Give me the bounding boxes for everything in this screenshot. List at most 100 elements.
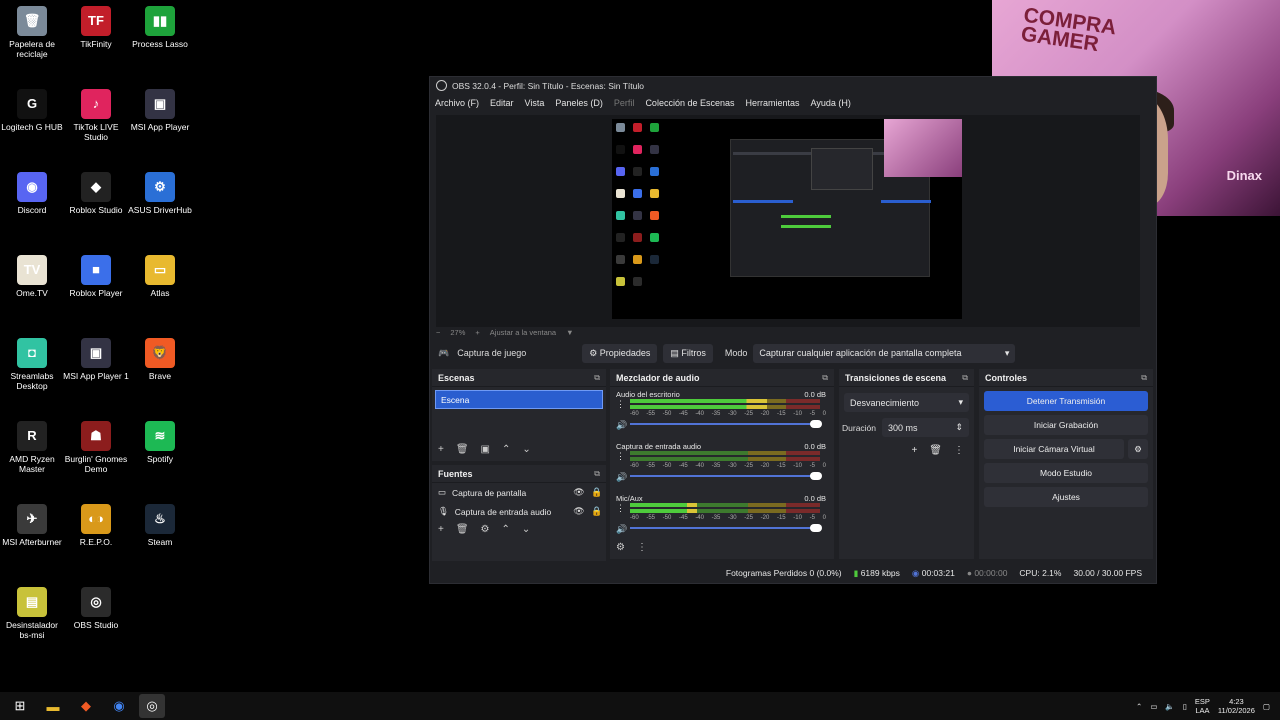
filter-icon[interactable]: ▣: [481, 444, 490, 455]
desktop-icon[interactable]: ◆ Roblox Studio: [63, 172, 129, 215]
trash-icon[interactable]: 🗑: [456, 524, 469, 535]
menu-perfil[interactable]: Perfil: [614, 98, 635, 108]
speaker-icon[interactable]: 🔈: [1165, 702, 1174, 711]
zoom-in-button[interactable]: +: [475, 328, 479, 337]
speaker-icon[interactable]: 🔊: [616, 420, 627, 431]
menu-archivo[interactable]: Archivo (F): [435, 98, 479, 108]
chevron-up-icon[interactable]: ⌃: [1136, 702, 1142, 711]
scene-item[interactable]: Escena: [435, 390, 603, 409]
desktop-icon[interactable]: ▤ Desinstalador bs-msi: [0, 587, 65, 640]
add-icon[interactable]: +: [438, 444, 444, 455]
dock-popout-icon[interactable]: ⧉: [822, 373, 828, 383]
lock-icon[interactable]: 🔒: [588, 506, 606, 517]
battery-icon[interactable]: ▯: [1183, 702, 1187, 711]
menu-herramientas[interactable]: Herramientas: [746, 98, 800, 108]
speaker-icon[interactable]: 🔊: [616, 472, 627, 483]
chevron-down-icon[interactable]: ⌄: [522, 524, 530, 535]
clock[interactable]: 4:23 11/02/2026: [1218, 697, 1255, 715]
start-recording-button[interactable]: Iniciar Grabación: [984, 415, 1148, 435]
menu-paneles[interactable]: Paneles (D): [555, 98, 603, 108]
virtual-camera-button[interactable]: Iniciar Cámara Virtual: [984, 439, 1124, 459]
properties-button[interactable]: ⚙ Propiedades: [582, 343, 658, 363]
language-indicator[interactable]: ESP LAA: [1195, 697, 1210, 715]
dock-popout-icon[interactable]: ⧉: [594, 469, 600, 479]
desktop-icon[interactable]: 🦁 Brave: [127, 338, 193, 381]
lock-icon[interactable]: 🔒: [588, 487, 606, 498]
stop-stream-button[interactable]: Detener Transmisión: [984, 391, 1148, 411]
desktop-icon[interactable]: TF TikFinity: [63, 6, 129, 49]
desktop-icon[interactable]: ◐◑ R.E.P.O.: [63, 504, 129, 547]
chevron-up-icon[interactable]: ⌃: [502, 444, 510, 455]
desktop-icon[interactable]: ≋ Spotify: [127, 421, 193, 464]
volume-slider-handle[interactable]: [810, 420, 822, 428]
trash-icon[interactable]: 🗑: [456, 444, 469, 455]
notifications-icon[interactable]: ▢: [1263, 702, 1270, 711]
network-icon[interactable]: ▭: [1150, 702, 1157, 711]
menu-coleccion-escenas[interactable]: Colección de Escenas: [645, 98, 734, 108]
desktop-icon[interactable]: ♨ Steam: [127, 504, 193, 547]
more-options-icon[interactable]: ⋮: [616, 451, 625, 462]
filters-button[interactable]: ▤ Filtros: [663, 343, 713, 363]
chrome-taskbar-icon[interactable]: ◉: [106, 694, 132, 718]
desktop-icon[interactable]: ✈ MSI Afterburner: [0, 504, 65, 547]
desktop-icon[interactable]: G Logitech G HUB: [0, 89, 65, 132]
spin-arrows-icon[interactable]: ⇕: [955, 422, 963, 433]
desktop-icon[interactable]: 🗑 Papelera de reciclaje: [0, 6, 65, 59]
preview-area[interactable]: [436, 115, 1140, 327]
volume-slider[interactable]: [630, 423, 816, 425]
source-item[interactable]: ▭ Captura de pantalla 👁 🔒: [432, 483, 606, 502]
more-options-icon[interactable]: ⋮: [616, 399, 625, 410]
dock-popout-icon[interactable]: ⧉: [962, 373, 968, 383]
add-icon[interactable]: +: [438, 524, 444, 535]
eye-icon[interactable]: 👁: [570, 506, 588, 517]
windows-start-icon[interactable]: ⊞: [7, 694, 33, 718]
more-options-icon[interactable]: ⋮: [637, 542, 647, 553]
desktop-icon[interactable]: TV Ome.TV: [0, 255, 65, 298]
duration-spinbox[interactable]: 300 ms ⇕: [882, 418, 969, 437]
obs-taskbar-icon[interactable]: ◎: [139, 694, 165, 718]
volume-slider-handle[interactable]: [810, 472, 822, 480]
menu-editar[interactable]: Editar: [490, 98, 514, 108]
desktop-icon[interactable]: ■ Roblox Player: [63, 255, 129, 298]
desktop-icon[interactable]: ◎ OBS Studio: [63, 587, 129, 630]
volume-slider[interactable]: [630, 527, 816, 529]
desktop-icon[interactable]: ◘ Streamlabs Desktop: [0, 338, 65, 391]
desktop-icon[interactable]: ☗ Burglin' Gnomes Demo: [63, 421, 129, 474]
dock-popout-icon[interactable]: ⧉: [1141, 373, 1147, 383]
zoom-out-button[interactable]: −: [436, 328, 440, 337]
mode-select[interactable]: Capturar cualquier aplicación de pantall…: [753, 343, 1016, 363]
gear-icon[interactable]: ⚙: [1128, 439, 1148, 459]
more-options-icon[interactable]: ⋮: [954, 445, 964, 456]
menu-vista[interactable]: Vista: [525, 98, 545, 108]
transition-select[interactable]: Desvanecimiento ▾: [844, 393, 969, 412]
trash-icon[interactable]: 🗑: [929, 445, 942, 456]
volume-slider[interactable]: [630, 475, 816, 477]
volume-slider-handle[interactable]: [810, 524, 822, 532]
preview-canvas[interactable]: [612, 119, 962, 319]
desktop-icon[interactable]: ▣ MSI App Player 1: [63, 338, 129, 381]
eye-icon[interactable]: 👁: [570, 487, 588, 498]
fit-window-label[interactable]: Ajustar a la ventana: [490, 328, 556, 337]
gear-icon[interactable]: ⚙: [481, 524, 490, 535]
desktop-icon[interactable]: ⚙ ASUS DriverHub: [127, 172, 193, 215]
add-icon[interactable]: +: [911, 445, 917, 456]
desktop-icon[interactable]: ◉ Discord: [0, 172, 65, 215]
source-item[interactable]: 🎙 Captura de entrada audio 👁 🔒: [432, 502, 606, 521]
speaker-icon[interactable]: 🔊: [616, 524, 627, 535]
desktop-icon[interactable]: ▣ MSI App Player: [127, 89, 193, 132]
settings-button[interactable]: Ajustes: [984, 487, 1148, 507]
menu-ayuda[interactable]: Ayuda (H): [811, 98, 851, 108]
dock-popout-icon[interactable]: ⧉: [594, 373, 600, 383]
more-options-icon[interactable]: ⋮: [616, 503, 625, 514]
chevron-up-icon[interactable]: ⌃: [502, 524, 510, 535]
desktop-icon[interactable]: R AMD Ryzen Master: [0, 421, 65, 474]
chevron-down-icon[interactable]: ▼: [566, 328, 573, 337]
desktop-icon[interactable]: ▮▮ Process Lasso: [127, 6, 193, 49]
desktop-icon[interactable]: ♪ TikTok LIVE Studio: [63, 89, 129, 142]
brave-taskbar-icon[interactable]: ◆: [73, 694, 99, 718]
mixer-settings-icon[interactable]: ⚙: [616, 542, 625, 553]
studio-mode-button[interactable]: Modo Estudio: [984, 463, 1148, 483]
desktop-icon[interactable]: ▭ Atlas: [127, 255, 193, 298]
chevron-down-icon[interactable]: ⌄: [522, 444, 530, 455]
file-explorer-icon[interactable]: ▬: [40, 694, 66, 718]
